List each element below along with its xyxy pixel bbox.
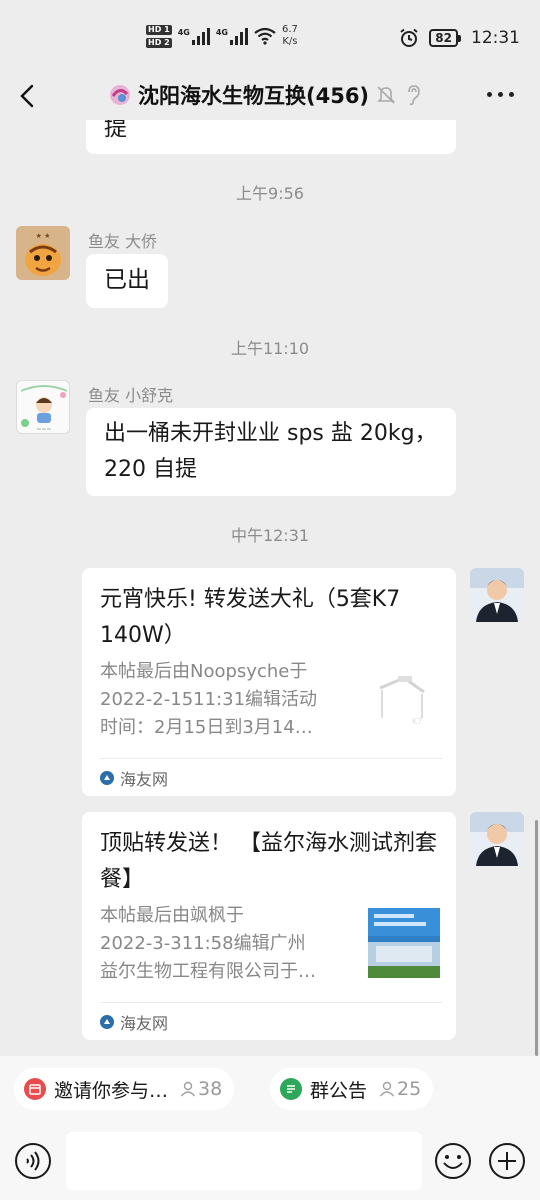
card-title: 元宵快乐! 转发送大礼（5套K7 140W） xyxy=(100,587,401,648)
message-bubble[interactable]: 提 xyxy=(86,120,456,154)
quick-chips-bar: 邀请你参与… 38 群公告 25 xyxy=(0,1056,540,1122)
signal-1-icon: 4G xyxy=(178,27,210,45)
source-icon xyxy=(100,771,114,785)
read-count: 25 xyxy=(379,1078,421,1100)
sender-name: 鱼友 大侨 xyxy=(88,232,158,251)
participant-count: 38 xyxy=(180,1078,222,1100)
link-card[interactable]: 元宵快乐! 转发送大礼（5套K7 140W） 本帖最后由Noopsyche于 2… xyxy=(82,568,456,796)
hd-badges: HD 1 HD 2 xyxy=(146,24,172,48)
group-title: 沈阳海水生物互换(456) xyxy=(138,84,370,108)
link-card[interactable]: 顶贴转发送！ 【益尔海水测试剂套餐】 本帖最后由飒枫于 2022-3-311:5… xyxy=(82,812,456,1040)
person-icon xyxy=(180,1081,196,1097)
card-thumbnail xyxy=(368,908,440,978)
input-bar xyxy=(0,1122,540,1200)
scrollbar[interactable] xyxy=(535,820,538,1056)
emoji-button[interactable] xyxy=(434,1142,472,1180)
message-list[interactable]: 提 上午9:56 ★ ★ 鱼友 大侨 已出 上午11:10 ~~~ 鱼友 小舒克… xyxy=(0,120,540,1056)
avatar[interactable] xyxy=(470,812,524,866)
battery-icon: 82 xyxy=(429,29,461,47)
chat-header: 沈阳海水生物互换(456) xyxy=(0,72,540,120)
wifi-icon xyxy=(254,27,276,45)
net-speed: 6.7 K/s xyxy=(281,24,298,47)
svg-text:K7: K7 xyxy=(412,717,422,726)
announcement-chip[interactable]: 群公告 25 xyxy=(270,1068,434,1110)
person-icon xyxy=(379,1081,395,1097)
message-bubble[interactable]: 已出 xyxy=(86,254,168,308)
svg-text:~~~: ~~~ xyxy=(36,426,51,433)
card-title: 顶贴转发送！ 【益尔海水测试剂套餐】 xyxy=(100,831,437,892)
source-icon xyxy=(100,1015,114,1029)
voice-button[interactable] xyxy=(14,1142,52,1180)
invite-icon xyxy=(24,1078,46,1100)
alarm-icon xyxy=(400,28,418,47)
signal-2-icon: 4G xyxy=(216,27,248,45)
sender-name: 鱼友 小舒克 xyxy=(88,386,174,405)
mute-icon xyxy=(377,86,395,104)
avatar[interactable]: ★ ★ xyxy=(16,226,70,280)
hd2-badge: HD 2 xyxy=(146,37,172,48)
card-thumbnail: K7 xyxy=(368,668,440,738)
earpiece-icon xyxy=(408,85,420,106)
message-input[interactable] xyxy=(66,1132,422,1190)
group-avatar-icon xyxy=(110,85,130,105)
more-options-button[interactable] xyxy=(487,92,514,97)
hd1-badge: HD 1 xyxy=(146,24,172,35)
card-description: 本帖最后由Noopsyche于 2022-2-1511:31编辑活动 时间：2月… xyxy=(100,661,318,738)
avatar[interactable]: ~~~ xyxy=(16,380,70,434)
message-bubble[interactable]: 出一桶未开封业业 sps 盐 20kg， 220 自提 xyxy=(86,408,456,496)
timestamp: 中午12:31 xyxy=(230,526,310,545)
add-button[interactable] xyxy=(488,1142,526,1180)
avatar[interactable] xyxy=(470,568,524,622)
back-button[interactable] xyxy=(14,80,44,112)
announcement-icon xyxy=(280,1078,302,1100)
card-source: 海友网 xyxy=(100,1010,168,1034)
clock: 12:31 xyxy=(471,28,520,48)
invite-chip[interactable]: 邀请你参与… 38 xyxy=(14,1068,235,1110)
timestamp: 上午11:10 xyxy=(230,339,310,358)
card-description: 本帖最后由飒枫于 2022-3-311:58编辑广州 益尔生物工程有限公司于… xyxy=(100,905,316,982)
status-bar: HD 1 HD 2 4G 4G 6.7 K/s 82 12:31 xyxy=(0,0,540,72)
card-source: 海友网 xyxy=(100,766,168,790)
svg-text:★ ★: ★ ★ xyxy=(36,232,51,240)
timestamp: 上午9:56 xyxy=(236,184,304,203)
